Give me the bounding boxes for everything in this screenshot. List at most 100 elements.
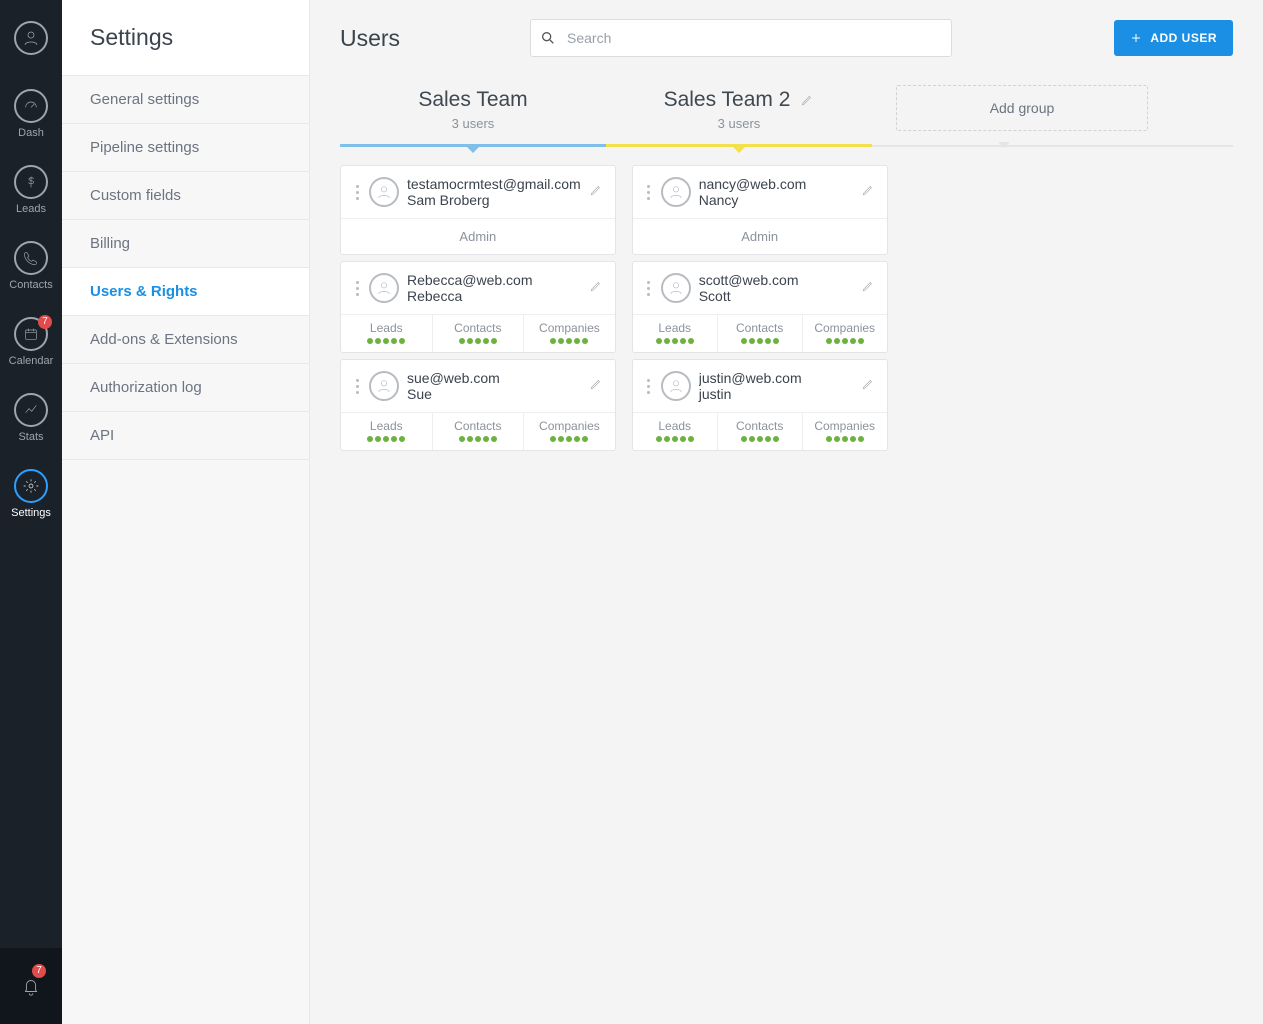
rail-item-leads[interactable]: Leads <box>0 152 62 228</box>
plus-icon <box>1130 32 1142 44</box>
sidebar-item-billing[interactable]: Billing <box>62 220 309 268</box>
user-card: scott@web.com Scott Leads Contacts Compa… <box>632 261 888 353</box>
search-wrap <box>530 19 952 57</box>
user-info: testamocrmtest@gmail.com Sam Broberg <box>407 176 581 208</box>
group-rest-bar: Add group <box>872 145 1233 147</box>
avatar-icon <box>661 371 691 401</box>
perm-companies[interactable]: Companies <box>524 315 615 352</box>
user-card: justin@web.com justin Leads Contacts Com… <box>632 359 888 451</box>
admin-label: Admin <box>633 218 887 254</box>
drag-handle[interactable] <box>353 281 361 296</box>
drag-handle[interactable] <box>645 281 653 296</box>
phone-icon <box>14 241 48 275</box>
edit-user-button[interactable] <box>589 377 603 396</box>
drag-handle[interactable] <box>645 185 653 200</box>
user-email: justin@web.com <box>699 370 853 386</box>
rail-label: Dash <box>18 127 44 139</box>
main-header: Users ADD USER <box>340 0 1233 76</box>
user-info: scott@web.com Scott <box>699 272 853 304</box>
rail-item-contacts[interactable]: Contacts <box>0 228 62 304</box>
add-group-button[interactable]: Add group <box>896 85 1148 131</box>
card-head: Rebecca@web.com Rebecca <box>341 262 615 314</box>
perm-contacts[interactable]: Contacts <box>718 413 803 450</box>
sidebar-item-addons[interactable]: Add-ons & Extensions <box>62 316 309 364</box>
column-1: testamocrmtest@gmail.com Sam Broberg Adm… <box>340 165 616 451</box>
main-content: Users ADD USER Sales Team 3 users Sales … <box>310 0 1263 1024</box>
group-tabs: Sales Team 3 users Sales Team 2 3 users … <box>340 80 1233 147</box>
edit-user-button[interactable] <box>861 377 875 396</box>
perm-contacts[interactable]: Contacts <box>433 315 525 352</box>
perm-contacts[interactable]: Contacts <box>433 413 525 450</box>
user-info: sue@web.com Sue <box>407 370 581 402</box>
rail-notifications[interactable]: 7 <box>0 948 62 1024</box>
card-perms: Leads Contacts Companies <box>633 412 887 450</box>
rail-item-calendar[interactable]: 7 Calendar <box>0 304 62 380</box>
sidebar-item-authlog[interactable]: Authorization log <box>62 364 309 412</box>
pencil-icon[interactable] <box>800 93 814 107</box>
group-title: Sales Team <box>418 88 527 112</box>
user-card: nancy@web.com Nancy Admin <box>632 165 888 255</box>
avatar-icon <box>14 21 48 55</box>
card-perms: Leads Contacts Companies <box>633 314 887 352</box>
group-arrow <box>466 146 480 153</box>
rail-item-dash[interactable]: Dash <box>0 76 62 152</box>
user-name: Sue <box>407 386 581 402</box>
drag-handle[interactable] <box>353 379 361 394</box>
avatar-icon <box>369 273 399 303</box>
perm-companies[interactable]: Companies <box>803 413 887 450</box>
sidebar-item-general[interactable]: General settings <box>62 76 309 124</box>
perm-companies[interactable]: Companies <box>524 413 615 450</box>
drag-handle[interactable] <box>645 379 653 394</box>
search-input[interactable] <box>530 19 952 57</box>
calendar-icon: 7 <box>14 317 48 351</box>
user-name: Nancy <box>699 192 853 208</box>
user-name: Scott <box>699 288 853 304</box>
user-avatar[interactable] <box>0 0 62 76</box>
user-email: nancy@web.com <box>699 176 853 192</box>
admin-label: Admin <box>341 218 615 254</box>
page-title: Users <box>340 25 530 52</box>
card-perms: Leads Contacts Companies <box>341 412 615 450</box>
gear-icon <box>14 469 48 503</box>
main-rail: Dash Leads Contacts 7 Calendar Stats Set… <box>0 0 62 1024</box>
card-head: justin@web.com justin <box>633 360 887 412</box>
group-tab-2[interactable]: Sales Team 2 3 users <box>606 80 872 147</box>
card-head: scott@web.com Scott <box>633 262 887 314</box>
group-count: 3 users <box>606 116 872 131</box>
edit-user-button[interactable] <box>589 183 603 202</box>
column-2: nancy@web.com Nancy Admin scott@web.com … <box>632 165 888 451</box>
edit-user-button[interactable] <box>589 279 603 298</box>
perm-leads[interactable]: Leads <box>633 315 718 352</box>
sidebar-title: Settings <box>62 0 309 76</box>
sidebar-item-pipeline[interactable]: Pipeline settings <box>62 124 309 172</box>
add-user-button[interactable]: ADD USER <box>1114 20 1233 56</box>
perm-leads[interactable]: Leads <box>341 413 433 450</box>
rail-label: Calendar <box>9 355 54 367</box>
bell-icon <box>20 975 42 997</box>
user-info: Rebecca@web.com Rebecca <box>407 272 581 304</box>
perm-leads[interactable]: Leads <box>633 413 718 450</box>
rail-label: Leads <box>16 203 46 215</box>
perm-companies[interactable]: Companies <box>803 315 887 352</box>
group-tab-1[interactable]: Sales Team 3 users <box>340 80 606 147</box>
sidebar-item-api[interactable]: API <box>62 412 309 460</box>
notif-badge: 7 <box>32 964 46 978</box>
drag-handle[interactable] <box>353 185 361 200</box>
edit-user-button[interactable] <box>861 279 875 298</box>
stats-icon <box>14 393 48 427</box>
sidebar-item-users-rights[interactable]: Users & Rights <box>62 268 309 316</box>
calendar-badge: 7 <box>38 315 52 329</box>
edit-user-button[interactable] <box>861 183 875 202</box>
sidebar-item-custom-fields[interactable]: Custom fields <box>62 172 309 220</box>
user-card: testamocrmtest@gmail.com Sam Broberg Adm… <box>340 165 616 255</box>
card-perms: Leads Contacts Companies <box>341 314 615 352</box>
user-columns: testamocrmtest@gmail.com Sam Broberg Adm… <box>340 165 1233 451</box>
user-email: Rebecca@web.com <box>407 272 581 288</box>
rail-item-stats[interactable]: Stats <box>0 380 62 456</box>
perm-leads[interactable]: Leads <box>341 315 433 352</box>
user-info: justin@web.com justin <box>699 370 853 402</box>
user-email: sue@web.com <box>407 370 581 386</box>
dollar-icon <box>14 165 48 199</box>
rail-item-settings[interactable]: Settings <box>0 456 62 532</box>
perm-contacts[interactable]: Contacts <box>718 315 803 352</box>
